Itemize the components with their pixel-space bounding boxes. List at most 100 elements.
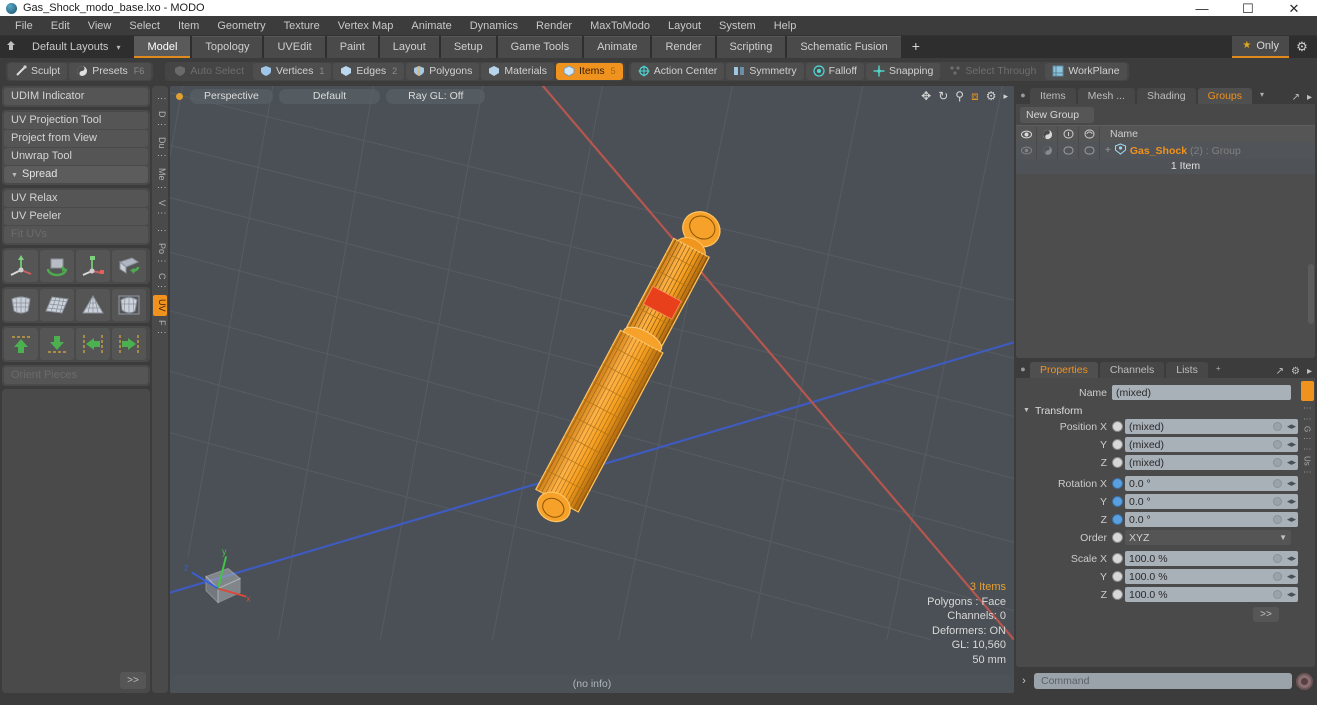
- gear-icon[interactable]: ⚙: [1291, 366, 1300, 377]
- menu-item-edit[interactable]: Edit: [42, 16, 79, 36]
- add-layout-tab-button[interactable]: +: [903, 36, 929, 58]
- property-stepper[interactable]: ◂▸: [1287, 457, 1296, 468]
- layout-tab-paint[interactable]: Paint: [326, 36, 378, 58]
- property-keyframe-dot[interactable]: [1273, 590, 1282, 599]
- record-icon[interactable]: [1296, 672, 1313, 690]
- mode-button-sculpt[interactable]: Sculpt: [8, 62, 68, 80]
- row-lock-toggle[interactable]: [1058, 142, 1079, 159]
- property-channel-toggle[interactable]: [1112, 514, 1123, 525]
- expand-icon[interactable]: ↗: [1276, 366, 1284, 377]
- uv-sphere-icon[interactable]: [112, 289, 146, 321]
- property-keyframe-dot[interactable]: [1273, 440, 1282, 449]
- properties-side-tab-4[interactable]: Us ⋮: [1303, 456, 1312, 476]
- property-keyframe-dot[interactable]: [1273, 458, 1282, 467]
- row-wireframe-toggle[interactable]: [1079, 142, 1100, 159]
- tool-item-uv-peeler[interactable]: UV Peeler: [4, 208, 148, 225]
- layout-tab-render[interactable]: Render: [652, 36, 715, 58]
- layout-tab-uvedit[interactable]: UVEdit: [264, 36, 325, 58]
- property-stepper[interactable]: ◂▸: [1287, 514, 1296, 525]
- render-icon[interactable]: [1037, 125, 1058, 143]
- property-input[interactable]: XYZ ▼: [1125, 530, 1291, 545]
- property-channel-toggle[interactable]: [1112, 421, 1123, 432]
- menu-item-file[interactable]: File: [6, 16, 42, 36]
- properties-side-tab-0[interactable]: ⋮: [1303, 404, 1312, 412]
- layout-tab-topology[interactable]: Topology: [192, 36, 263, 58]
- property-input[interactable]: (mixed) ◂▸: [1125, 419, 1298, 434]
- uv-scale-icon[interactable]: [76, 250, 110, 282]
- groups-tree-body[interactable]: [1016, 174, 1315, 358]
- property-channel-toggle[interactable]: [1112, 439, 1123, 450]
- properties-side-tab-1[interactable]: ⋮: [1303, 415, 1312, 423]
- mode-button-falloff[interactable]: Falloff: [805, 62, 864, 80]
- property-keyframe-dot[interactable]: [1273, 572, 1282, 581]
- mode-button-presets[interactable]: Presets F6: [69, 62, 152, 80]
- gear-icon[interactable]: ⚙: [1289, 39, 1315, 55]
- name-field[interactable]: (mixed): [1112, 385, 1291, 400]
- viewport-raygl-button[interactable]: Ray GL: Off: [386, 89, 486, 104]
- uv-align-down-icon[interactable]: [40, 328, 74, 360]
- property-stepper[interactable]: ◂▸: [1287, 478, 1296, 489]
- rotate-icon[interactable]: ↻: [938, 89, 948, 103]
- uv-align-left-icon[interactable]: [76, 328, 110, 360]
- layout-tab-setup[interactable]: Setup: [440, 36, 496, 58]
- layout-tab-model[interactable]: Model: [134, 36, 191, 58]
- property-input[interactable]: 0.0 ° ◂▸: [1125, 494, 1298, 509]
- uv-rotate-icon[interactable]: [40, 250, 74, 282]
- transform-section-header[interactable]: ▼ Transform: [1016, 403, 1299, 418]
- vertical-tab-dots-0[interactable]: ⋮: [153, 90, 167, 107]
- only-button[interactable]: ★ Only: [1232, 36, 1289, 58]
- property-channel-toggle[interactable]: [1112, 571, 1123, 582]
- arrow-right-icon[interactable]: ▸: [1003, 89, 1008, 103]
- layout-tab-game-tools[interactable]: Game Tools: [497, 36, 583, 58]
- chevron-down-icon[interactable]: ▾: [1254, 86, 1270, 104]
- menu-item-item[interactable]: Item: [169, 16, 208, 36]
- property-input[interactable]: 100.0 % ◂▸: [1125, 587, 1298, 602]
- layout-tab-schematic-fusion[interactable]: Schematic Fusion: [787, 36, 901, 58]
- groups-scrollbar[interactable]: [1308, 264, 1314, 324]
- property-input[interactable]: (mixed) ◂▸: [1125, 437, 1298, 452]
- menu-item-maxtomodo[interactable]: MaxToModo: [581, 16, 659, 36]
- mode-button-materials[interactable]: Materials: [481, 62, 554, 80]
- property-stepper[interactable]: ◂▸: [1287, 571, 1296, 582]
- vertical-tab-uv-8[interactable]: UV: [153, 295, 167, 316]
- tab-groups[interactable]: Groups: [1197, 88, 1253, 104]
- add-tab-button[interactable]: +: [1210, 360, 1227, 378]
- menu-item-dynamics[interactable]: Dynamics: [461, 16, 527, 36]
- property-keyframe-dot[interactable]: [1273, 422, 1282, 431]
- uv-align-up-icon[interactable]: [4, 328, 38, 360]
- property-stepper[interactable]: ◂▸: [1287, 496, 1296, 507]
- properties-side-tab-2[interactable]: G ⋮: [1303, 426, 1312, 442]
- property-keyframe-dot[interactable]: [1273, 515, 1282, 524]
- menu-item-animate[interactable]: Animate: [402, 16, 460, 36]
- property-channel-toggle[interactable]: [1112, 478, 1123, 489]
- menu-item-view[interactable]: View: [79, 16, 121, 36]
- property-stepper[interactable]: ◂▸: [1287, 439, 1296, 450]
- default-layouts-label[interactable]: Default Layouts: [22, 41, 114, 53]
- command-input[interactable]: Command: [1034, 673, 1292, 689]
- gear-icon[interactable]: ⚙: [986, 89, 997, 103]
- mode-button-items[interactable]: Items 5: [556, 62, 623, 80]
- property-input[interactable]: (mixed) ◂▸: [1125, 455, 1298, 470]
- expand-icon[interactable]: ↗: [1292, 92, 1300, 103]
- menu-item-geometry[interactable]: Geometry: [208, 16, 274, 36]
- zoom-icon[interactable]: ⚲: [955, 89, 964, 103]
- chevron-down-icon[interactable]: ▼: [1279, 533, 1287, 542]
- maximize-button[interactable]: ☐: [1225, 0, 1271, 16]
- property-channel-toggle[interactable]: [1112, 553, 1123, 564]
- property-keyframe-dot[interactable]: [1273, 497, 1282, 506]
- menu-item-layout[interactable]: Layout: [659, 16, 710, 36]
- vertical-tab-d-1[interactable]: D ⋮: [153, 107, 167, 133]
- property-input[interactable]: 0.0 ° ◂▸: [1125, 476, 1298, 491]
- panel-menu-icon[interactable]: ●: [1016, 360, 1030, 378]
- mode-button-snapping[interactable]: Snapping: [865, 62, 941, 80]
- tab-properties[interactable]: Properties: [1030, 362, 1098, 378]
- tab-shading[interactable]: Shading: [1137, 88, 1196, 104]
- mode-button-workplane[interactable]: WorkPlane: [1045, 62, 1127, 80]
- lock-icon[interactable]: [1058, 125, 1079, 143]
- chevron-down-icon[interactable]: ▾: [116, 43, 120, 52]
- vertical-tab-dots-5[interactable]: ⋮: [153, 222, 167, 239]
- vertical-tab-po-6[interactable]: Po ⋮: [153, 239, 167, 270]
- tab-items[interactable]: Items: [1030, 88, 1076, 104]
- tab-mesh[interactable]: Mesh ...: [1077, 88, 1136, 104]
- tool-item-uv-projection-tool[interactable]: UV Projection Tool: [4, 112, 148, 129]
